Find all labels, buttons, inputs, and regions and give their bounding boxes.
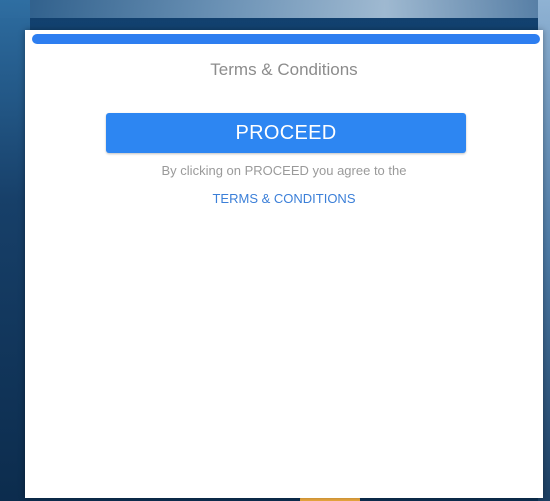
terms-modal: Terms & Conditions PROCEED By clicking o… xyxy=(25,30,543,498)
proceed-button[interactable]: PROCEED xyxy=(106,113,466,153)
background-top xyxy=(0,0,550,18)
agreement-text: By clicking on PROCEED you agree to the xyxy=(161,163,407,178)
terms-conditions-link[interactable]: TERMS & CONDITIONS xyxy=(25,191,543,206)
modal-title: Terms & Conditions xyxy=(210,60,358,79)
page-background: Terms & Conditions PROCEED By clicking o… xyxy=(0,0,550,501)
modal-header-bar xyxy=(32,34,540,44)
